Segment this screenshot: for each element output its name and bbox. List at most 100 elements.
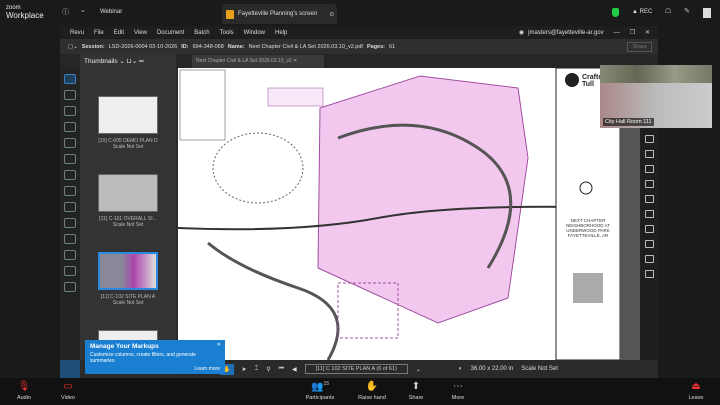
- contrast-icon[interactable]: ◐: [459, 366, 463, 372]
- markups-tooltip: Manage Your Markups Customize columns, c…: [85, 340, 225, 374]
- user-email[interactable]: jmasters@fayetteville-ar.gov: [528, 30, 603, 36]
- select-icon[interactable]: ➤: [242, 366, 247, 373]
- menu-batch[interactable]: Batch: [194, 30, 209, 36]
- share-tab[interactable]: Fayetteville Planning's screen ⊙: [222, 4, 337, 24]
- participant-count: 15: [323, 381, 329, 387]
- close-button[interactable]: ✕: [645, 29, 650, 36]
- thumbnail-scale: Scale Not Set: [112, 300, 144, 306]
- restore-button[interactable]: ❐: [630, 29, 635, 36]
- document-icon[interactable]: ▢⌄: [68, 44, 78, 50]
- highlight-icon[interactable]: [644, 270, 654, 278]
- settings-icon[interactable]: [64, 170, 76, 180]
- polyline-icon[interactable]: [644, 195, 654, 203]
- close-icon[interactable]: ✕: [217, 342, 221, 348]
- document-tab-label: Next Chapter Civil & LA Set 2026.03.10_v…: [196, 58, 292, 64]
- prev-page-icon[interactable]: ◀: [292, 366, 297, 373]
- project-city: FAYETTEVILLE, AR: [567, 233, 609, 238]
- thumbnail-page-selected[interactable]: [98, 252, 158, 290]
- thumbnail-page[interactable]: [98, 96, 158, 134]
- dimension-icon[interactable]: [644, 210, 654, 218]
- studio-icon[interactable]: [64, 138, 76, 148]
- thumbnail-page[interactable]: [98, 174, 158, 212]
- info-icon[interactable]: ⓘ: [62, 7, 69, 17]
- first-page-icon[interactable]: ⏮: [279, 366, 284, 373]
- minimize-button[interactable]: —: [614, 30, 620, 36]
- raise-hand-button[interactable]: ✋ Raise hand: [352, 381, 392, 401]
- share-label: Share: [408, 395, 424, 401]
- menu-revu[interactable]: Revu: [70, 30, 84, 36]
- close-tab-icon[interactable]: ✕: [293, 58, 297, 64]
- session-value: LSD-2026-0004 03-10-2026: [108, 43, 178, 50]
- arc-icon[interactable]: [644, 180, 654, 188]
- pages-value: 61: [389, 43, 396, 50]
- rectangle-icon[interactable]: [644, 225, 654, 233]
- share-screen-icon: [226, 9, 234, 19]
- drawing-canvas[interactable]: Crafton Tull NEXT CHAPTER NEIGHBORHOOD A…: [178, 68, 620, 360]
- stamp-icon[interactable]: [64, 250, 76, 260]
- share-button[interactable]: ⬆ Share: [396, 381, 436, 401]
- crop-icon[interactable]: [644, 135, 654, 143]
- participants-button[interactable]: 👥15 Participants: [300, 381, 340, 401]
- video-panel[interactable]: City Hall Room 111: [600, 65, 712, 128]
- camera-off-icon: ▭: [63, 381, 73, 392]
- properties-icon[interactable]: [64, 154, 76, 164]
- learn-more-link[interactable]: Learn more: [90, 366, 220, 372]
- arrow-icon[interactable]: [644, 165, 654, 173]
- menu-window[interactable]: Window: [244, 30, 265, 36]
- project-title: NEXT CHAPTER NEIGHBORHOOD AT UNDERWOOD P…: [560, 218, 616, 238]
- person-icon[interactable]: ☖: [665, 7, 671, 15]
- bookmarks-icon[interactable]: [64, 90, 76, 100]
- links-icon[interactable]: [64, 282, 76, 292]
- line-icon[interactable]: [644, 150, 654, 158]
- search-icon[interactable]: [64, 266, 76, 276]
- name-label: Name:: [227, 43, 245, 50]
- leave-icon: ⏏: [691, 381, 701, 392]
- more-button[interactable]: ⋯ More: [438, 381, 478, 401]
- webinar-label: Webinar: [100, 9, 123, 15]
- menu-edit[interactable]: Edit: [114, 30, 124, 36]
- menu-tools[interactable]: Tools: [220, 30, 234, 36]
- ellipse-icon[interactable]: [644, 240, 654, 248]
- session-label: Session:: [81, 43, 105, 50]
- menu-file[interactable]: File: [94, 30, 104, 36]
- leave-button[interactable]: ⏏ Leave: [676, 381, 716, 401]
- rec-indicator[interactable]: ▲ REC: [632, 9, 652, 15]
- menu-help[interactable]: Help: [275, 30, 287, 36]
- meeting-controls: 🎙 Audio ▭ Video 👥15 Participants ✋ Raise han…: [0, 378, 720, 405]
- video-button[interactable]: ▭ Video: [48, 381, 88, 401]
- bluebeam-window: Revu File Edit View Document Batch Tools…: [60, 26, 658, 378]
- pen-icon[interactable]: ✎: [684, 7, 690, 15]
- tooltip-title: Manage Your Markups: [90, 343, 159, 350]
- tooltip-body: Customize columns, create filters, and g…: [90, 352, 196, 364]
- text-select-icon[interactable]: ⌶: [255, 366, 259, 373]
- thumbnails-icon[interactable]: [64, 74, 76, 84]
- pond: [212, 132, 304, 204]
- menu-document[interactable]: Document: [157, 30, 184, 36]
- forms-icon[interactable]: [64, 202, 76, 212]
- layers-icon[interactable]: [64, 106, 76, 116]
- bottom-toolbar: ⊞ ⊡ ✋ ➤ ⌶ ⚲ ⏮ ◀ [11] C 102 SITE PLAN A (…: [176, 360, 658, 378]
- audio-button[interactable]: 🎙 Audio: [4, 381, 44, 401]
- notes-icon[interactable]: [703, 8, 711, 18]
- more-icon[interactable]: ⊙: [329, 11, 334, 18]
- page-navigator[interactable]: [11] C 102 SITE PLAN A (6 of 61): [304, 364, 408, 374]
- thumbnails-panel: Thumbnails ⌄ ⊔⌄ ═ [10] C-005 DEMO PLAN D…: [80, 54, 176, 368]
- menu-view[interactable]: View: [134, 30, 147, 36]
- polygon-icon[interactable]: [644, 255, 654, 263]
- share-button[interactable]: Share: [627, 41, 652, 52]
- id-value: 694-348-068: [192, 43, 224, 50]
- signature-icon[interactable]: [64, 218, 76, 228]
- list-icon[interactable]: [60, 360, 80, 378]
- markups-icon[interactable]: [64, 122, 76, 132]
- page-scale[interactable]: Scale Not Set: [521, 366, 558, 372]
- zoom-icon[interactable]: ⚲: [266, 366, 270, 373]
- firm-logo-icon: [565, 73, 579, 87]
- leave-label: Leave: [688, 395, 704, 401]
- tag-icon[interactable]: [64, 234, 76, 244]
- measure-icon[interactable]: [64, 186, 76, 196]
- video-name-label: City Hall Room 111: [603, 118, 654, 126]
- chevron-down-icon[interactable]: ⌄: [80, 6, 86, 14]
- zoom-logo: zoom Workplace: [6, 5, 44, 20]
- document-tab[interactable]: Next Chapter Civil & LA Set 2026.03.10_v…: [192, 55, 324, 68]
- page-dropdown-icon[interactable]: ⌄: [416, 366, 421, 373]
